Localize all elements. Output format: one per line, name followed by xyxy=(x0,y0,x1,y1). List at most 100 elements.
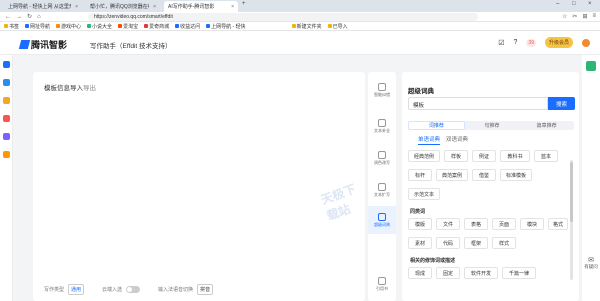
home-icon[interactable]: ⌂ xyxy=(37,14,41,20)
panel-scrollbar[interactable] xyxy=(570,160,573,280)
cloud-label: 云端入选 xyxy=(102,287,123,293)
scissors-icon[interactable]: ✂ xyxy=(572,13,577,20)
export-link[interactable]: 导出 xyxy=(83,85,96,92)
close-icon[interactable]: × xyxy=(75,4,78,10)
scrollbar-thumb[interactable] xyxy=(570,162,573,222)
writing-type-label: 写作类型 xyxy=(44,287,65,293)
word-chip[interactable]: 固定 xyxy=(436,267,460,279)
correct-icon xyxy=(378,82,386,91)
word-chip[interactable]: 页面 xyxy=(492,218,516,230)
word-chip[interactable]: 标杆 xyxy=(408,169,432,181)
back-icon[interactable]: ← xyxy=(5,14,11,20)
bookmark-star-icon[interactable]: ☆ xyxy=(562,13,567,20)
complete-icon xyxy=(378,118,386,127)
forward-icon[interactable]: → xyxy=(16,14,22,20)
cloud-toggle[interactable] xyxy=(126,286,141,293)
writing-type-select[interactable]: 通用 xyxy=(68,284,85,295)
browser-tab-bar: 上网导航 - 轻快上网 从这里开始 × 帮小忙，腾讯QQ浏览器在线工具箱 × AI写… xyxy=(0,0,600,12)
tab-label: 帮小忙，腾讯QQ浏览器在线工具箱 xyxy=(90,4,149,10)
points-badge[interactable]: 39 xyxy=(526,38,536,47)
pinyin-select[interactable]: 拼音 xyxy=(197,284,214,295)
app-icon[interactable] xyxy=(3,61,10,68)
question-icon xyxy=(175,24,180,28)
segment-sentence[interactable]: 句推荐 xyxy=(465,121,520,130)
word-chip[interactable]: 样板 xyxy=(444,150,468,162)
panel-title: 超级词典 xyxy=(408,88,434,95)
word-chip[interactable]: 文件 xyxy=(436,218,460,230)
word-chip[interactable]: 代码 xyxy=(436,237,460,249)
input-method-label: 输入法语音切换 xyxy=(158,287,194,293)
word-chip[interactable]: 示范文本 xyxy=(408,188,440,200)
word-chip[interactable]: 教科书 xyxy=(500,150,530,162)
browser-tab-1[interactable]: 上网导航 - 轻快上网 从这里开始 × xyxy=(4,1,82,12)
word-chip[interactable]: 经典范例 xyxy=(408,150,440,162)
word-chip[interactable]: 蓝本 xyxy=(534,150,558,162)
extensions-icon[interactable]: ⊞ xyxy=(582,13,587,20)
bookmark-item[interactable]: 收益达问 xyxy=(175,23,200,30)
bookmark-item[interactable]: 新建文件夹 xyxy=(291,23,322,30)
app-icon[interactable] xyxy=(3,97,10,104)
help-icon[interactable]: ? xyxy=(514,39,518,46)
bookmark-item[interactable]: 网址导航 xyxy=(25,23,50,30)
tool-import-book[interactable]: 引用书 xyxy=(368,270,396,298)
word-chip[interactable]: 例证 xyxy=(472,150,496,162)
word-chip[interactable]: 标准模板 xyxy=(500,169,532,181)
bookmark-item[interactable]: 爱奇商城 xyxy=(144,23,169,30)
word-chip[interactable]: 典范案例 xyxy=(436,169,468,181)
tool-text-expand[interactable]: 文本扩写 xyxy=(368,176,396,204)
word-chip[interactable]: 软件开发 xyxy=(464,267,498,279)
bookmark-item[interactable]: 上网导航 - 轻快 xyxy=(206,23,246,30)
assistant-icon[interactable] xyxy=(586,61,596,71)
upgrade-button[interactable]: 升级会员 xyxy=(544,37,573,48)
url-field[interactable]: https://zenvideo.qq.com/smart/effdit xyxy=(88,13,478,21)
segment-word[interactable]: 词推荐 xyxy=(408,121,465,130)
word-chip[interactable]: 格式 xyxy=(548,218,568,230)
app-icon[interactable] xyxy=(3,133,10,140)
browser-tab-3[interactable]: AI写作助手-腾讯智影 × xyxy=(164,1,238,12)
bookmark-item[interactable]: 游戏中心 xyxy=(56,23,81,30)
tool-smart-correct[interactable]: 智能纠错 xyxy=(368,76,396,104)
word-chip[interactable]: 框架 xyxy=(464,237,488,249)
word-chip[interactable]: 借鉴 xyxy=(472,169,496,181)
maximize-icon[interactable]: □ xyxy=(572,1,576,7)
globe-icon xyxy=(25,24,30,28)
word-chip[interactable]: 样式 xyxy=(492,237,516,249)
editor-area[interactable]: 模板信息导入导出 天极下载站 写作类型 通用 云端入选 输入法语音切换 拼音 xyxy=(33,72,365,301)
word-chip[interactable]: 千篇一律 xyxy=(502,267,536,279)
url-text: https://zenvideo.qq.com/smart/effdit xyxy=(94,14,173,20)
close-icon[interactable]: × xyxy=(153,4,156,10)
dictionary-search-input[interactable]: 模板 xyxy=(408,97,548,110)
word-chip[interactable]: 模块 xyxy=(520,218,544,230)
word-chip[interactable]: 模版 xyxy=(408,218,432,230)
app-icon[interactable] xyxy=(3,151,10,158)
app-icon[interactable] xyxy=(3,115,10,122)
search-button[interactable]: 搜索 xyxy=(548,97,575,110)
close-window-icon[interactable]: × xyxy=(588,1,592,7)
refresh-icon[interactable]: ↻ xyxy=(27,13,32,20)
app-icon[interactable] xyxy=(3,79,10,86)
tab-monolingual[interactable]: 单语词典 xyxy=(418,135,441,145)
tool-text-complete[interactable]: 文本补全 xyxy=(368,112,396,140)
tab-bilingual[interactable]: 双语词典 xyxy=(446,135,468,145)
menu-icon[interactable]: ≡ xyxy=(592,13,596,20)
bookmark-item[interactable]: 已导入 xyxy=(327,23,348,30)
new-tab-icon[interactable]: + xyxy=(242,1,246,7)
browser-tab-2[interactable]: 帮小忙，腾讯QQ浏览器在线工具箱 × xyxy=(86,1,160,12)
segment-paragraph[interactable]: 篇章推荐 xyxy=(519,121,574,130)
brand-logo[interactable]: 腾讯智影 xyxy=(18,38,67,51)
browser-side-strip xyxy=(0,31,13,301)
word-chip[interactable]: 素材 xyxy=(408,237,432,249)
bookmark-item[interactable]: 小说大全 xyxy=(87,23,112,30)
avatar[interactable] xyxy=(582,38,590,47)
tool-polish[interactable]: 润色改写 xyxy=(368,144,396,172)
clipboard-check-icon[interactable]: ☑ xyxy=(498,39,504,47)
feedback-button[interactable]: ✉ 有疑问 xyxy=(582,257,600,270)
bookmark-item[interactable]: 书签 xyxy=(4,23,19,30)
word-chip[interactable]: 表格 xyxy=(464,218,488,230)
editor-footer: 写作类型 通用 云端入选 输入法语音切换 拼音 xyxy=(44,284,214,295)
minimize-icon[interactable]: – xyxy=(556,1,559,7)
tool-dictionary[interactable]: 超级词典 xyxy=(368,206,396,234)
bookmark-item[interactable]: 爱淘宝 xyxy=(118,23,138,30)
close-icon[interactable]: × xyxy=(231,4,234,10)
word-chip[interactable]: 现成 xyxy=(408,267,432,279)
